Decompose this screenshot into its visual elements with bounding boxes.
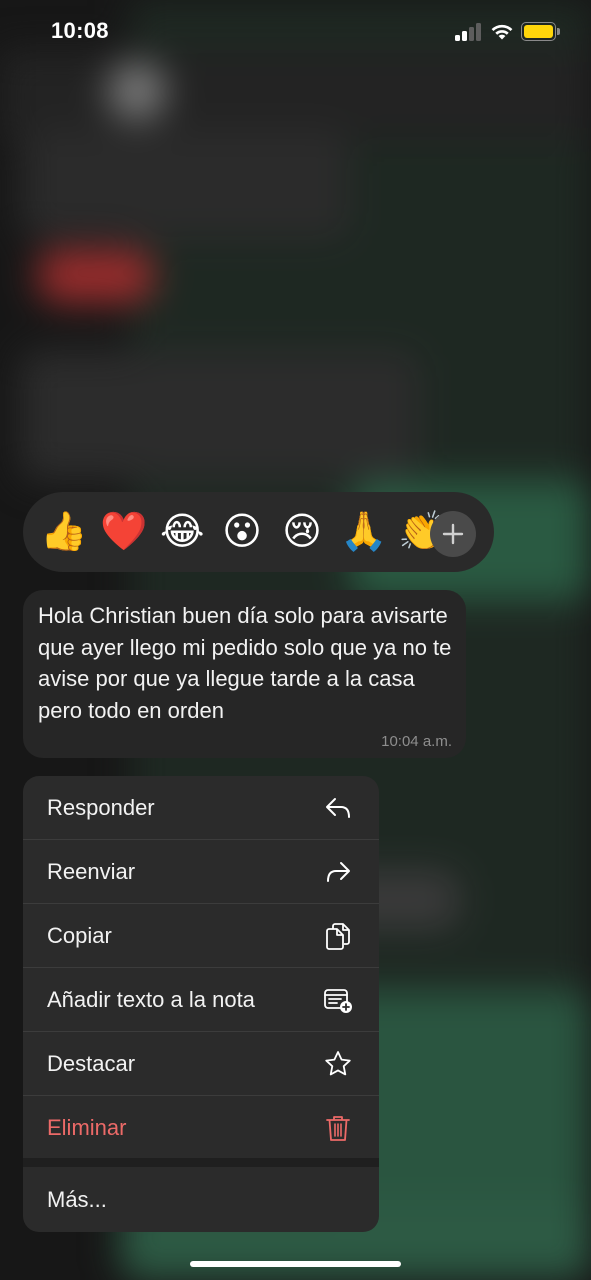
menu-item-star[interactable]: Destacar — [23, 1032, 379, 1096]
wifi-icon — [489, 21, 515, 41]
crying-face-icon[interactable]: 😢 — [280, 510, 324, 554]
menu-item-label: Copiar — [47, 923, 112, 948]
menu-item-add-to-note[interactable]: Añadir texto a la nota — [23, 968, 379, 1032]
menu-item-label: Destacar — [47, 1051, 136, 1076]
star-icon — [325, 1051, 351, 1076]
menu-item-forward[interactable]: Reenviar — [23, 840, 379, 904]
copy-icon — [326, 923, 350, 950]
surprised-face-icon[interactable]: 😮 — [220, 510, 264, 554]
tears-of-joy-icon[interactable]: 😂 — [160, 510, 204, 554]
menu-item-label: Eliminar — [47, 1115, 127, 1140]
plus-icon — [442, 523, 464, 545]
add-to-note-icon — [324, 989, 352, 1013]
forward-icon — [327, 862, 350, 882]
menu-item-label: Más... — [47, 1187, 107, 1212]
reaction-bar: 👍 ❤️ 😂 😮 😢 🙏 👏 — [23, 492, 494, 572]
menu-item-label: Añadir texto a la nota — [47, 987, 255, 1012]
trash-icon — [326, 1116, 350, 1141]
reply-icon — [326, 798, 350, 818]
message-text: Hola Christian buen día solo para avisar… — [38, 603, 452, 723]
menu-item-more[interactable]: Más... — [23, 1168, 379, 1232]
status-bar: 10:08 — [0, 0, 591, 60]
message-timestamp: 10:04 a.m. — [381, 733, 452, 750]
cellular-signal-icon — [455, 23, 481, 41]
screen: 10:08 👍 ❤️ 😂 😮 😢 🙏 👏 Hola Christian buen… — [0, 0, 591, 1280]
menu-item-reply[interactable]: Responder — [23, 776, 379, 840]
menu-item-delete[interactable]: Eliminar — [23, 1096, 379, 1160]
menu-item-label: Responder — [47, 795, 155, 820]
red-heart-icon[interactable]: ❤️ — [100, 510, 147, 554]
menu-item-label: Reenviar — [47, 859, 136, 884]
menu-section-divider — [23, 1158, 379, 1167]
battery-icon — [521, 22, 561, 41]
message-bubble[interactable]: Hola Christian buen día solo para avisar… — [23, 590, 466, 758]
menu-item-copy[interactable]: Copiar — [23, 904, 379, 968]
context-menu: Responder Reenviar Copiar Añadir texto a… — [23, 776, 379, 1232]
home-indicator[interactable] — [190, 1261, 401, 1267]
status-time: 10:08 — [51, 18, 109, 43]
add-reaction-button[interactable] — [430, 511, 476, 557]
thumbs-up-icon[interactable]: 👍 — [40, 510, 87, 554]
folded-hands-icon[interactable]: 🙏 — [340, 510, 387, 554]
